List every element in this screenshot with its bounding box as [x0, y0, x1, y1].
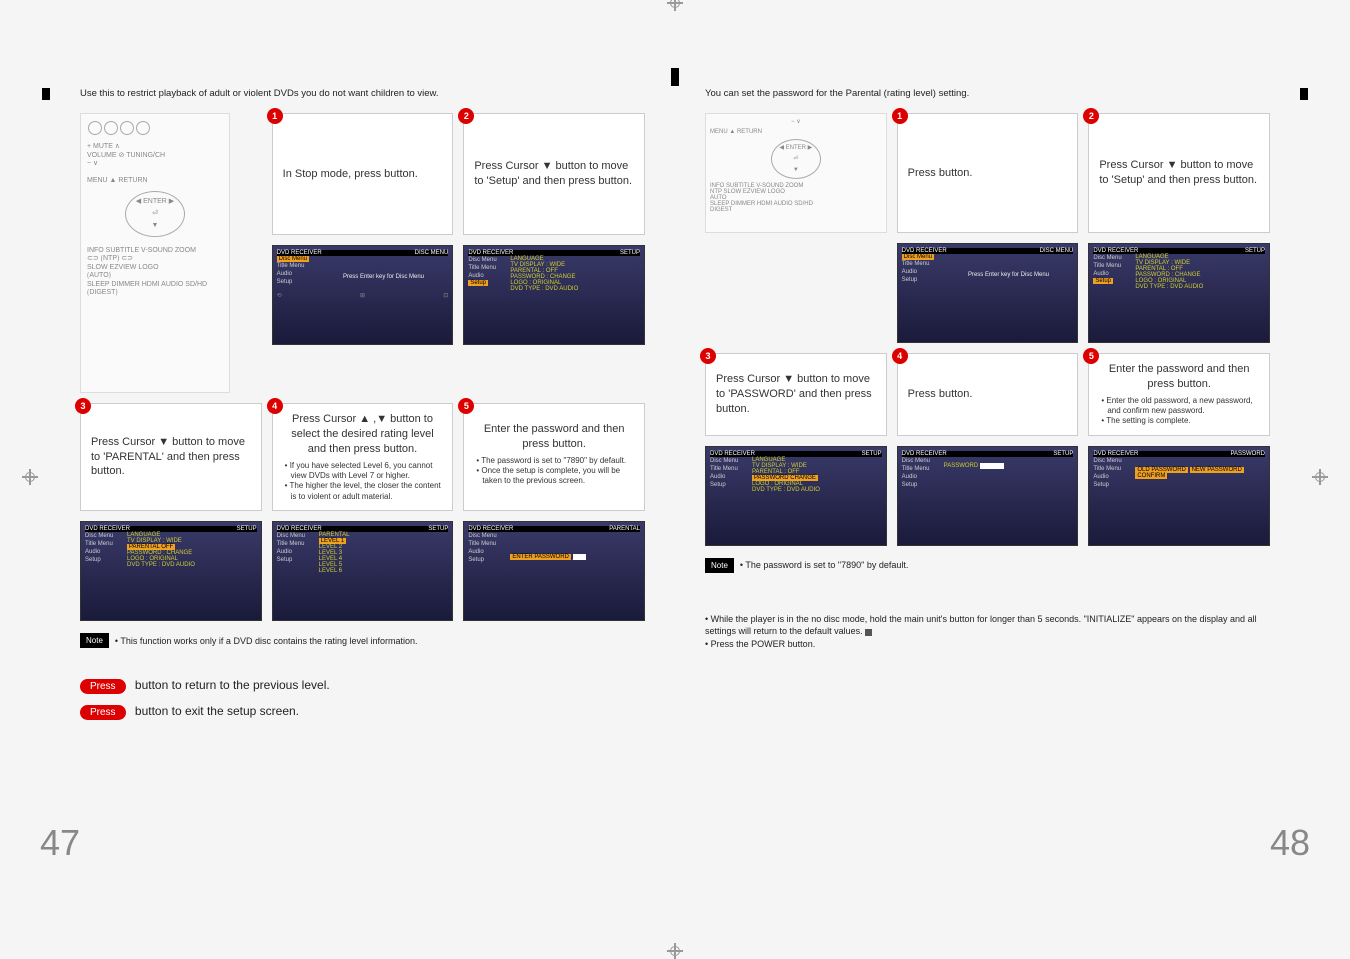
- step1-label: Press button.: [908, 166, 973, 181]
- registration-mark: [667, 943, 683, 959]
- step-number: 1: [267, 108, 283, 124]
- step4-text: 4 Press button.: [897, 353, 1079, 436]
- step2-text: 2 Press Cursor ▼ button to move to 'Setu…: [1088, 113, 1270, 233]
- step-number: 3: [75, 398, 91, 414]
- footer2-text: button to exit the setup screen.: [135, 704, 299, 718]
- restore-instructions: • While the player is in the no disc mod…: [705, 613, 1270, 651]
- crop-mark: [42, 88, 50, 100]
- registration-mark: [1312, 469, 1328, 485]
- page-number-right: 48: [1270, 822, 1310, 864]
- step3-text: 3 Press Cursor ▼ button to move to 'PASS…: [705, 353, 887, 436]
- step4-label: Press button.: [908, 387, 973, 402]
- stop-icon: [865, 629, 872, 636]
- osd-parental-highlight: DVD RECEIVERSETUP Disc MenuTitle MenuAud…: [80, 521, 262, 621]
- step5-text: 5 Enter the password and then press butt…: [1088, 353, 1270, 436]
- step-number: 1: [892, 108, 908, 124]
- osd-enter-password: DVD RECEIVERPARENTAL Disc MenuTitle Menu…: [463, 521, 645, 621]
- osd-setup-list: DVD RECEIVERSETUP Disc MenuTitle MenuAud…: [1088, 243, 1270, 343]
- step5-notes: Enter the old password, a new password, …: [1099, 396, 1259, 427]
- step4-text: 4 Press Cursor ▲ ,▼ button to select the…: [272, 403, 454, 511]
- osd-password-entry: DVD RECEIVERSETUP Disc MenuTitle MenuAud…: [897, 446, 1079, 546]
- note-text: • The password is set to "7890" by defau…: [740, 560, 908, 570]
- step4-notes: If you have selected Level 6, you cannot…: [283, 461, 443, 503]
- step-number: 4: [892, 348, 908, 364]
- note-label: Note: [705, 558, 734, 573]
- osd-setup-list: DVD RECEIVERSETUP Disc Menu Title Menu A…: [463, 245, 645, 393]
- step1-text: 1 In Stop mode, press button.: [272, 113, 454, 235]
- step3-label: Press Cursor ▼ button to move to 'PASSWO…: [716, 372, 876, 417]
- press-pill: Press: [80, 705, 126, 720]
- step3-label: Press Cursor ▼ button to move to 'PARENT…: [91, 435, 251, 480]
- step-number: 2: [458, 108, 474, 124]
- step5-text: 5 Enter the password and then press butt…: [463, 403, 645, 511]
- step-number: 3: [700, 348, 716, 364]
- step-number: 2: [1083, 108, 1099, 124]
- osd-parental-levels: DVD RECEIVERSETUP Disc MenuTitle MenuAud…: [272, 521, 454, 621]
- registration-mark: [667, 0, 683, 11]
- osd-password-highlight: DVD RECEIVERSETUP Disc MenuTitle MenuAud…: [705, 446, 887, 546]
- page-number-left: 47: [40, 822, 80, 864]
- crop-mark: [1300, 88, 1308, 100]
- press-pill: Press: [80, 679, 126, 694]
- crop-mark: [671, 68, 679, 86]
- step5-label: Enter the password and then press button…: [1099, 362, 1259, 392]
- osd-disc-menu: DVD RECEIVERDISC MENU Disc MenuTitle Men…: [897, 243, 1079, 343]
- step-number: 5: [458, 398, 474, 414]
- step3-text: 3 Press Cursor ▼ button to move to 'PARE…: [80, 403, 262, 511]
- step2-label: Press Cursor ▼ button to move to 'Setup'…: [474, 159, 634, 189]
- step5-notes: The password is set to "7890" by default…: [474, 456, 634, 487]
- step4-label: Press Cursor ▲ ,▼ button to select the d…: [283, 412, 443, 457]
- step1-text: 1 Press button.: [897, 113, 1079, 233]
- page-intro: You can set the password for the Parenta…: [705, 88, 1270, 99]
- note-label: Note: [80, 633, 109, 648]
- step1-label: In Stop mode, press button.: [283, 167, 418, 182]
- page-47: Use this to restrict playback of adult o…: [80, 80, 645, 718]
- remote-diagram: − ∨ MENU ▲ RETURN ◀ ENTER ▶⏎▼ INFO SUBTI…: [705, 113, 887, 233]
- page-48: You can set the password for the Parenta…: [705, 80, 1270, 718]
- footer1-text: button to return to the previous level.: [135, 678, 330, 692]
- step5-label: Enter the password and then press button…: [474, 412, 634, 452]
- registration-mark: [22, 469, 38, 485]
- step-number: 5: [1083, 348, 1099, 364]
- step-number: 4: [267, 398, 283, 414]
- osd-password-change: DVD RECEIVERPASSWORD Disc MenuTitle Menu…: [1088, 446, 1270, 546]
- step2-label: Press Cursor ▼ button to move to 'Setup'…: [1099, 158, 1259, 188]
- osd-disc-menu: DVD RECEIVERDISC MENU Disc Menu Title Me…: [272, 245, 454, 393]
- step2-text: 2 Press Cursor ▼ button to move to 'Setu…: [463, 113, 645, 235]
- remote-diagram: + MUTE ∧ VOLUME ⊘ TUNING/CH − ∨ MENU ▲ R…: [80, 113, 262, 393]
- page-intro: Use this to restrict playback of adult o…: [80, 88, 645, 99]
- note-text: • This function works only if a DVD disc…: [115, 636, 418, 646]
